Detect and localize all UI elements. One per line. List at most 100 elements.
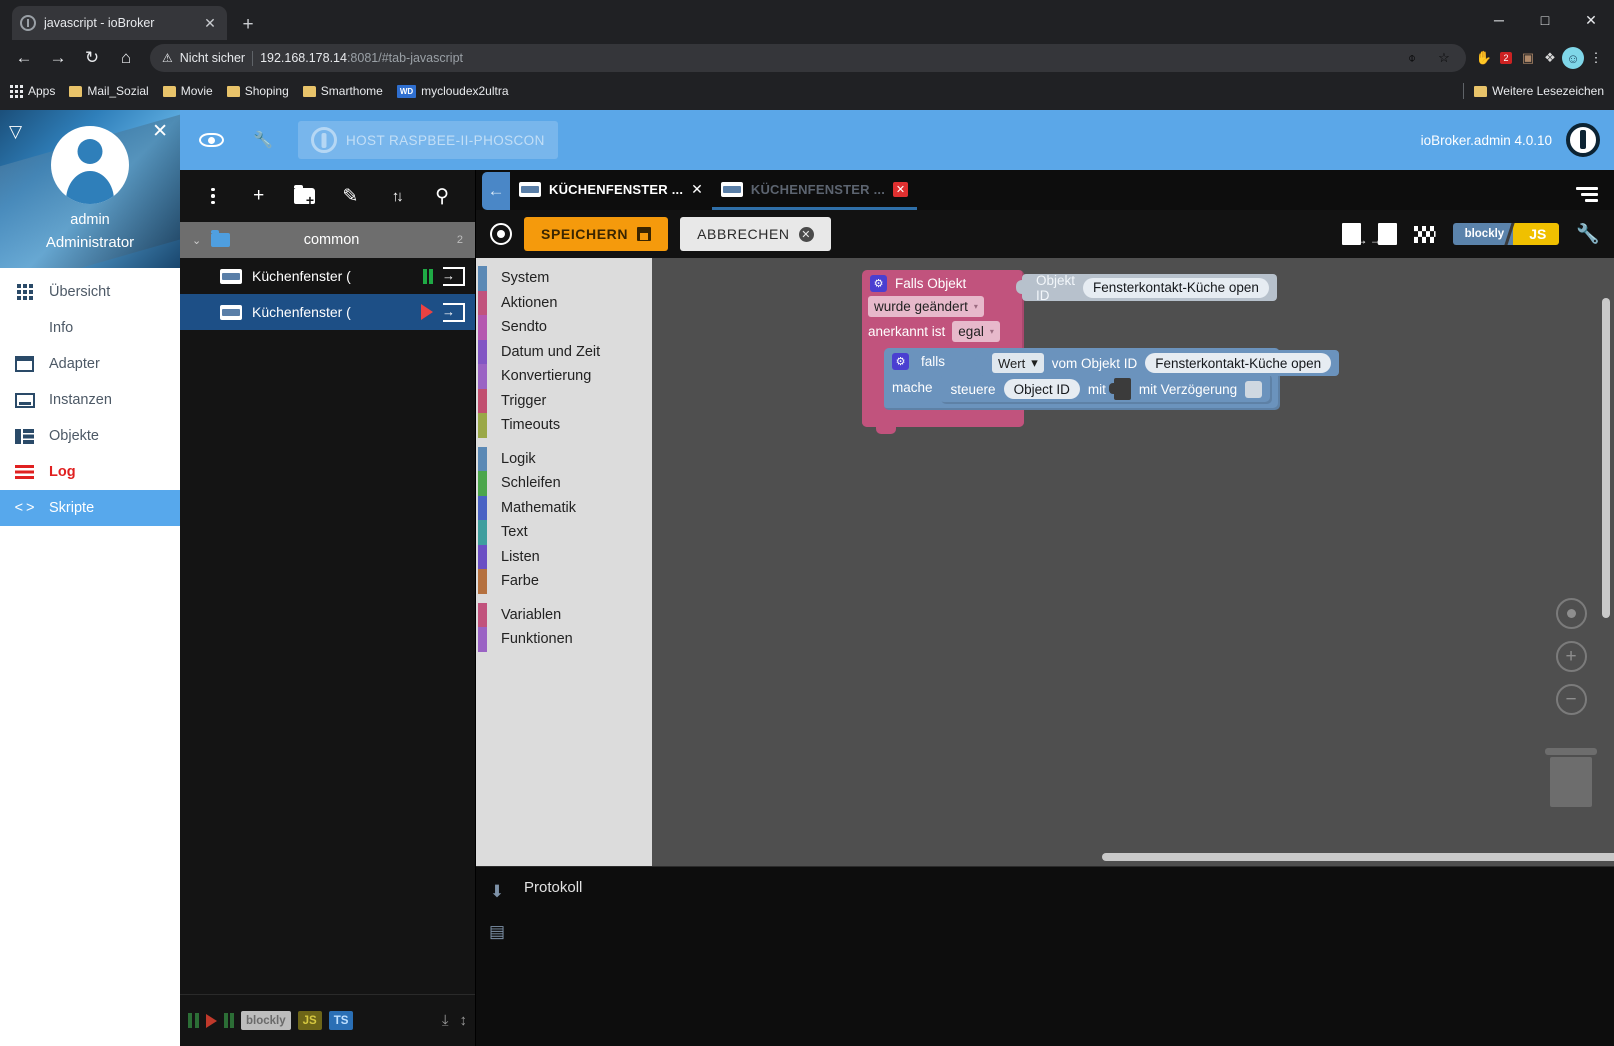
checkered-flag-icon[interactable] xyxy=(1413,225,1436,243)
close-icon[interactable]: ✕ xyxy=(201,15,219,32)
toolbox-category-sendto[interactable]: Sendto xyxy=(476,315,652,340)
add-script-button[interactable]: + xyxy=(243,180,275,212)
window-close-button[interactable]: ✕ xyxy=(1568,0,1614,40)
settings-wrench-icon[interactable]: 🔧 xyxy=(1576,222,1600,246)
export-blocks-icon[interactable] xyxy=(1341,223,1368,247)
block-object-id[interactable]: Objekt ID Fensterkontakt-Küche open xyxy=(1016,273,1277,303)
zoom-out-button[interactable]: − xyxy=(1555,684,1587,715)
avatar[interactable]: ☺ xyxy=(1562,47,1584,69)
chrome-menu-icon[interactable]: ⋮ xyxy=(1586,48,1606,68)
toolbox-category-konvertierung[interactable]: Konvertierung xyxy=(476,364,652,389)
gear-icon[interactable]: ⚙ xyxy=(870,275,887,292)
wrench-icon[interactable]: 🔧 xyxy=(246,123,280,157)
toolbox-category-farbe[interactable]: Farbe xyxy=(476,569,652,594)
tree-folder-common[interactable]: ⌄ common 2 xyxy=(180,222,475,258)
play-icon[interactable] xyxy=(205,1013,217,1028)
sidebar-item-info[interactable]: i Info xyxy=(0,310,180,346)
sidebar-item-skripte[interactable]: < > Skripte xyxy=(0,490,180,526)
chevron-down-icon[interactable]: ⌄ xyxy=(192,234,201,247)
dropdown-ack[interactable]: egal ▾ xyxy=(952,321,1000,342)
cancel-button[interactable]: ABBRECHEN ✕ xyxy=(680,217,831,251)
delay-checkbox[interactable] xyxy=(1245,380,1263,398)
sidebar-item-adapter[interactable]: Adapter xyxy=(0,346,180,382)
pause-icon[interactable] xyxy=(223,1013,234,1028)
address-bar[interactable]: ⚠ Nicht sicher 192.168.178.14:8081/#tab-… xyxy=(150,44,1466,72)
clear-log-icon[interactable]: ▤ xyxy=(484,919,510,945)
forward-button[interactable]: → xyxy=(42,42,74,74)
toolbox-category-trigger[interactable]: Trigger xyxy=(476,388,652,413)
expand-all-icon[interactable]: ↕ xyxy=(460,1012,468,1029)
back-button[interactable]: ← xyxy=(482,172,510,210)
blockly-canvas[interactable]: ⚙ Falls Objekt wurde geändert ▾ anerkann… xyxy=(652,258,1614,866)
vertical-scrollbar[interactable] xyxy=(1602,298,1610,618)
gear-icon[interactable]: ⚙ xyxy=(892,353,909,370)
value-socket[interactable] xyxy=(1108,378,1131,400)
collapse-all-icon[interactable]: ⤓ xyxy=(442,1012,449,1029)
hamburger-icon[interactable] xyxy=(1576,187,1598,202)
list-item[interactable]: Küchenfenster ( xyxy=(180,294,475,330)
export-icon[interactable] xyxy=(442,266,465,286)
list-item[interactable]: Küchenfenster ( xyxy=(180,258,475,294)
toolbox-category-mathematik[interactable]: Mathematik xyxy=(476,495,652,520)
sidebar-item-log[interactable]: Log xyxy=(0,454,180,490)
dropdown-change-mode[interactable]: wurde geändert ▾ xyxy=(868,296,984,317)
star-icon[interactable]: ☆ xyxy=(1434,48,1454,68)
from-objid-field[interactable]: Fensterkontakt-Küche open xyxy=(1145,353,1332,373)
expand-collapse-button[interactable]: ↑↓ xyxy=(380,180,412,212)
block-trigger[interactable]: ⚙ Falls Objekt wurde geändert ▾ anerkann… xyxy=(862,270,1340,434)
bookmark-shoping[interactable]: Shoping xyxy=(226,84,289,98)
close-icon[interactable]: ✕ xyxy=(893,182,909,197)
play-icon[interactable] xyxy=(421,304,433,320)
save-button[interactable]: SPEICHERN xyxy=(524,217,669,251)
center-icon[interactable] xyxy=(1555,598,1587,629)
block-control[interactable]: steuere Object ID mit mit Verzögerung xyxy=(940,374,1273,404)
host-button[interactable]: HOST RASPBEE-II-PHOSCON xyxy=(298,121,558,159)
close-icon[interactable]: ✕ xyxy=(152,120,168,143)
bookmark-movie[interactable]: Movie xyxy=(162,84,213,98)
bookmark-mycloudex2ultra[interactable]: WD mycloudex2ultra xyxy=(396,84,509,98)
back-button[interactable]: ← xyxy=(8,42,40,74)
eye-icon[interactable] xyxy=(194,123,228,157)
block-if[interactable]: ⚙ falls mache steuere Object ID mit mit … xyxy=(884,348,1340,410)
maximize-button[interactable]: □ xyxy=(1522,0,1568,40)
toolbox-category-variablen[interactable]: Variablen xyxy=(476,602,652,627)
puzzle-extension-icon[interactable]: ❖ xyxy=(1540,48,1560,68)
toolbox-category-datum-und-zeit[interactable]: Datum und Zeit xyxy=(476,339,652,364)
close-icon[interactable]: ✕ xyxy=(691,181,703,198)
browser-tab[interactable]: javascript - ioBroker ✕ xyxy=(12,6,227,40)
home-button[interactable]: ⌂ xyxy=(110,42,142,74)
collapse-icon[interactable]: ▽ xyxy=(9,122,22,142)
toolbox-category-schleifen[interactable]: Schleifen xyxy=(476,471,652,496)
search-icon[interactable]: ⚲ xyxy=(426,180,458,212)
sidebar-item-uebersicht[interactable]: Übersicht xyxy=(0,274,180,310)
eye-off-icon[interactable]: ⌽ xyxy=(1402,48,1422,68)
blockly-badge[interactable]: blockly xyxy=(241,1011,291,1030)
sidebar-item-instanzen[interactable]: Instanzen xyxy=(0,382,180,418)
bookmark-apps[interactable]: Apps xyxy=(10,84,55,98)
ts-badge[interactable]: TS xyxy=(328,1011,354,1030)
toolbox-category-timeouts[interactable]: Timeouts xyxy=(476,413,652,438)
notes-extension-icon[interactable]: 2 xyxy=(1496,48,1516,68)
dropdown-value[interactable]: Wert ▾ xyxy=(992,353,1044,373)
screenshot-extension-icon[interactable]: ▣ xyxy=(1518,48,1538,68)
more-bookmarks-button[interactable]: Weitere Lesezeichen xyxy=(1474,84,1604,98)
sidebar-item-objekte[interactable]: Objekte xyxy=(0,418,180,454)
objid-field[interactable]: Fensterkontakt-Küche open xyxy=(1083,277,1269,298)
tab-script-2[interactable]: KÜCHENFENSTER ... ✕ xyxy=(711,172,918,210)
trash-icon[interactable] xyxy=(1545,748,1597,807)
pause-icon[interactable] xyxy=(422,268,433,284)
download-icon[interactable]: ⬇ xyxy=(484,879,510,905)
export-icon[interactable] xyxy=(442,302,465,322)
control-objid-field[interactable]: Object ID xyxy=(1003,379,1080,399)
import-blocks-icon[interactable] xyxy=(1370,223,1397,247)
js-badge[interactable]: JS xyxy=(297,1011,322,1030)
horizontal-scrollbar[interactable] xyxy=(1102,853,1614,861)
blockly-js-toggle[interactable]: blockly JS xyxy=(1452,223,1560,245)
toolbox-category-system[interactable]: System xyxy=(476,266,652,291)
bookmark-mail-sozial[interactable]: Mail_Sozial xyxy=(69,84,149,98)
rename-button[interactable]: ✎ xyxy=(334,180,366,212)
tab-script-1[interactable]: KÜCHENFENSTER ... ✕ xyxy=(510,172,712,210)
block-condition[interactable]: Wert ▾ vom Objekt ID Fensterkontakt-Küch… xyxy=(974,350,1340,376)
zoom-in-button[interactable]: + xyxy=(1555,641,1587,672)
toolbox-category-logik[interactable]: Logik xyxy=(476,446,652,471)
